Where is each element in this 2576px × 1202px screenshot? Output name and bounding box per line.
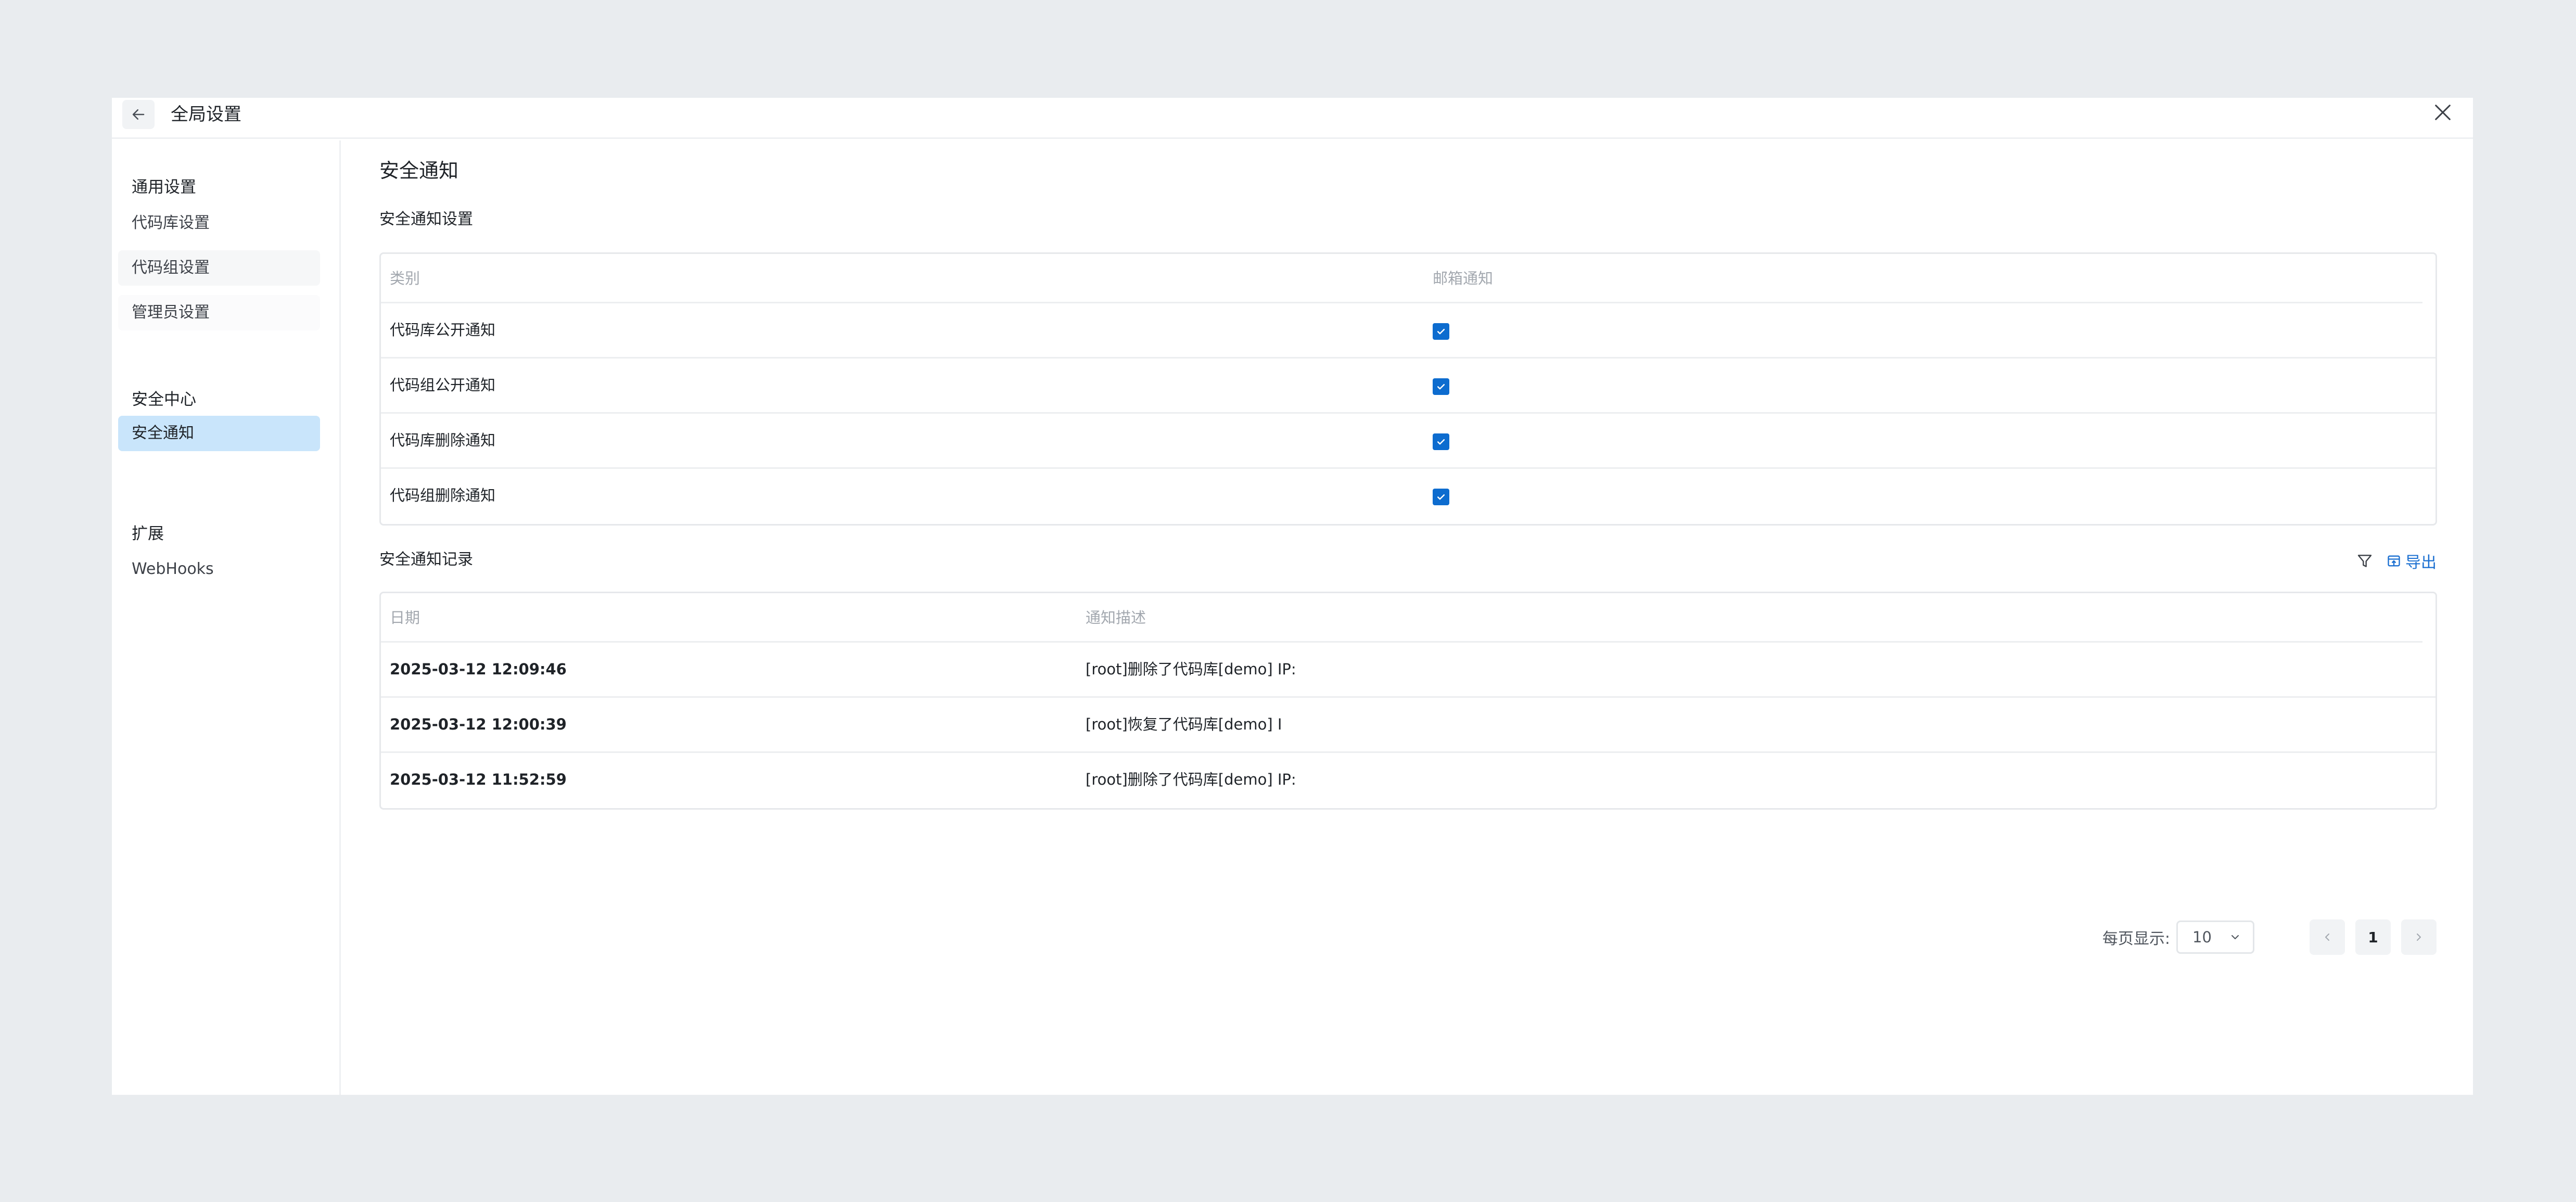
export-label: 导出 [2405, 554, 2437, 572]
table-row: 代码组公开通知 [381, 359, 2435, 414]
check-icon [1437, 439, 1445, 445]
back-button[interactable] [122, 100, 155, 129]
table-header: 日期 通知描述 [381, 593, 2422, 643]
column-header-category: 类别 [390, 270, 420, 287]
settings-table: 类别 邮箱通知 代码库公开通知 代码组公开通知 代码库删除通知 代码组删除通知 [379, 252, 2437, 526]
row-category: 代码库删除通知 [390, 431, 496, 449]
table-row: 2025-03-12 11:52:59 [root]删除了代码库[demo] I… [381, 753, 2435, 808]
sidebar-item-webhooks[interactable]: WebHooks [118, 552, 320, 587]
column-header-email: 邮箱通知 [1433, 270, 1494, 287]
record-description: [root]删除了代码库[demo] IP: [1086, 660, 1296, 678]
settings-section-title: 安全通知设置 [379, 210, 473, 228]
records-section-title: 安全通知记录 [379, 551, 473, 569]
table-row: 2025-03-12 12:00:39 [root]恢复了代码库[demo] I [381, 698, 2435, 753]
chevron-left-icon [2325, 934, 2329, 941]
chevron-down-icon [2231, 935, 2239, 939]
arrow-left-icon [132, 109, 145, 120]
records-toolbar: 导出 [2356, 548, 2437, 573]
close-icon [2435, 105, 2451, 120]
window-header: 全局设置 [112, 98, 2473, 139]
column-header-date: 日期 [390, 609, 420, 626]
export-button[interactable]: 导出 [2387, 549, 2437, 572]
table-header: 类别 邮箱通知 [381, 254, 2422, 303]
window-title: 全局设置 [171, 104, 241, 125]
sidebar-item-security-notice[interactable]: 安全通知 [118, 416, 320, 451]
page-size-value: 10 [2192, 928, 2212, 946]
settings-sidebar: 通用设置 代码库设置 代码组设置 管理员设置 安全中心 安全通知 扩展 WebH… [112, 140, 341, 1095]
row-category: 代码组删除通知 [390, 487, 496, 504]
email-checkbox[interactable] [1433, 323, 1449, 340]
records-table: 日期 通知描述 2025-03-12 12:09:46 [root]删除了代码库… [379, 592, 2437, 810]
next-page-button[interactable] [2401, 919, 2437, 955]
email-checkbox[interactable] [1433, 433, 1449, 450]
table-row: 代码库删除通知 [381, 414, 2435, 469]
record-description: [root]删除了代码库[demo] IP: [1086, 771, 1296, 788]
sidebar-item-admin-settings[interactable]: 管理员设置 [118, 295, 320, 330]
check-icon [1437, 329, 1445, 335]
filter-button[interactable] [2356, 553, 2373, 569]
table-row: 2025-03-12 12:09:46 [root]删除了代码库[demo] I… [381, 643, 2435, 698]
table-row: 代码组删除通知 [381, 469, 2435, 524]
sidebar-item-group-settings[interactable]: 代码组设置 [118, 250, 320, 286]
pagination: 每页显示: 10 1 [2102, 919, 2437, 955]
page-size-select[interactable]: 10 [2176, 920, 2254, 954]
export-icon [2388, 555, 2400, 567]
row-category: 代码组公开通知 [390, 376, 496, 394]
sidebar-item-repo-settings[interactable]: 代码库设置 [118, 206, 320, 241]
record-date: 2025-03-12 12:00:39 [390, 715, 567, 733]
main-content: 安全通知 安全通知设置 类别 邮箱通知 代码库公开通知 代码组公开通知 代码库删… [342, 140, 2473, 1095]
settings-window: 全局设置 通用设置 代码库设置 代码组设置 管理员设置 安全中心 安全通知 扩展… [112, 98, 2473, 1095]
sidebar-group-security: 安全中心 [132, 390, 196, 409]
sidebar-group-extensions: 扩展 [132, 525, 164, 543]
email-checkbox[interactable] [1433, 489, 1449, 505]
row-category: 代码库公开通知 [390, 321, 496, 339]
prev-page-button[interactable] [2310, 919, 2345, 955]
page-title: 安全通知 [379, 159, 459, 182]
column-header-description: 通知描述 [1086, 609, 1146, 626]
record-date: 2025-03-12 12:09:46 [390, 660, 567, 678]
sidebar-group-general: 通用设置 [132, 178, 196, 197]
page-number-button[interactable]: 1 [2355, 919, 2391, 955]
email-checkbox[interactable] [1433, 378, 1449, 395]
check-icon [1437, 494, 1445, 500]
check-icon [1437, 384, 1445, 390]
chevron-right-icon [2417, 934, 2421, 941]
table-row: 代码库公开通知 [381, 303, 2435, 359]
record-date: 2025-03-12 11:52:59 [390, 771, 567, 788]
filter-icon [2357, 555, 2372, 567]
close-button[interactable] [2428, 98, 2457, 127]
record-description: [root]恢复了代码库[demo] I [1086, 715, 1282, 733]
page-size-label: 每页显示: [2102, 930, 2170, 948]
